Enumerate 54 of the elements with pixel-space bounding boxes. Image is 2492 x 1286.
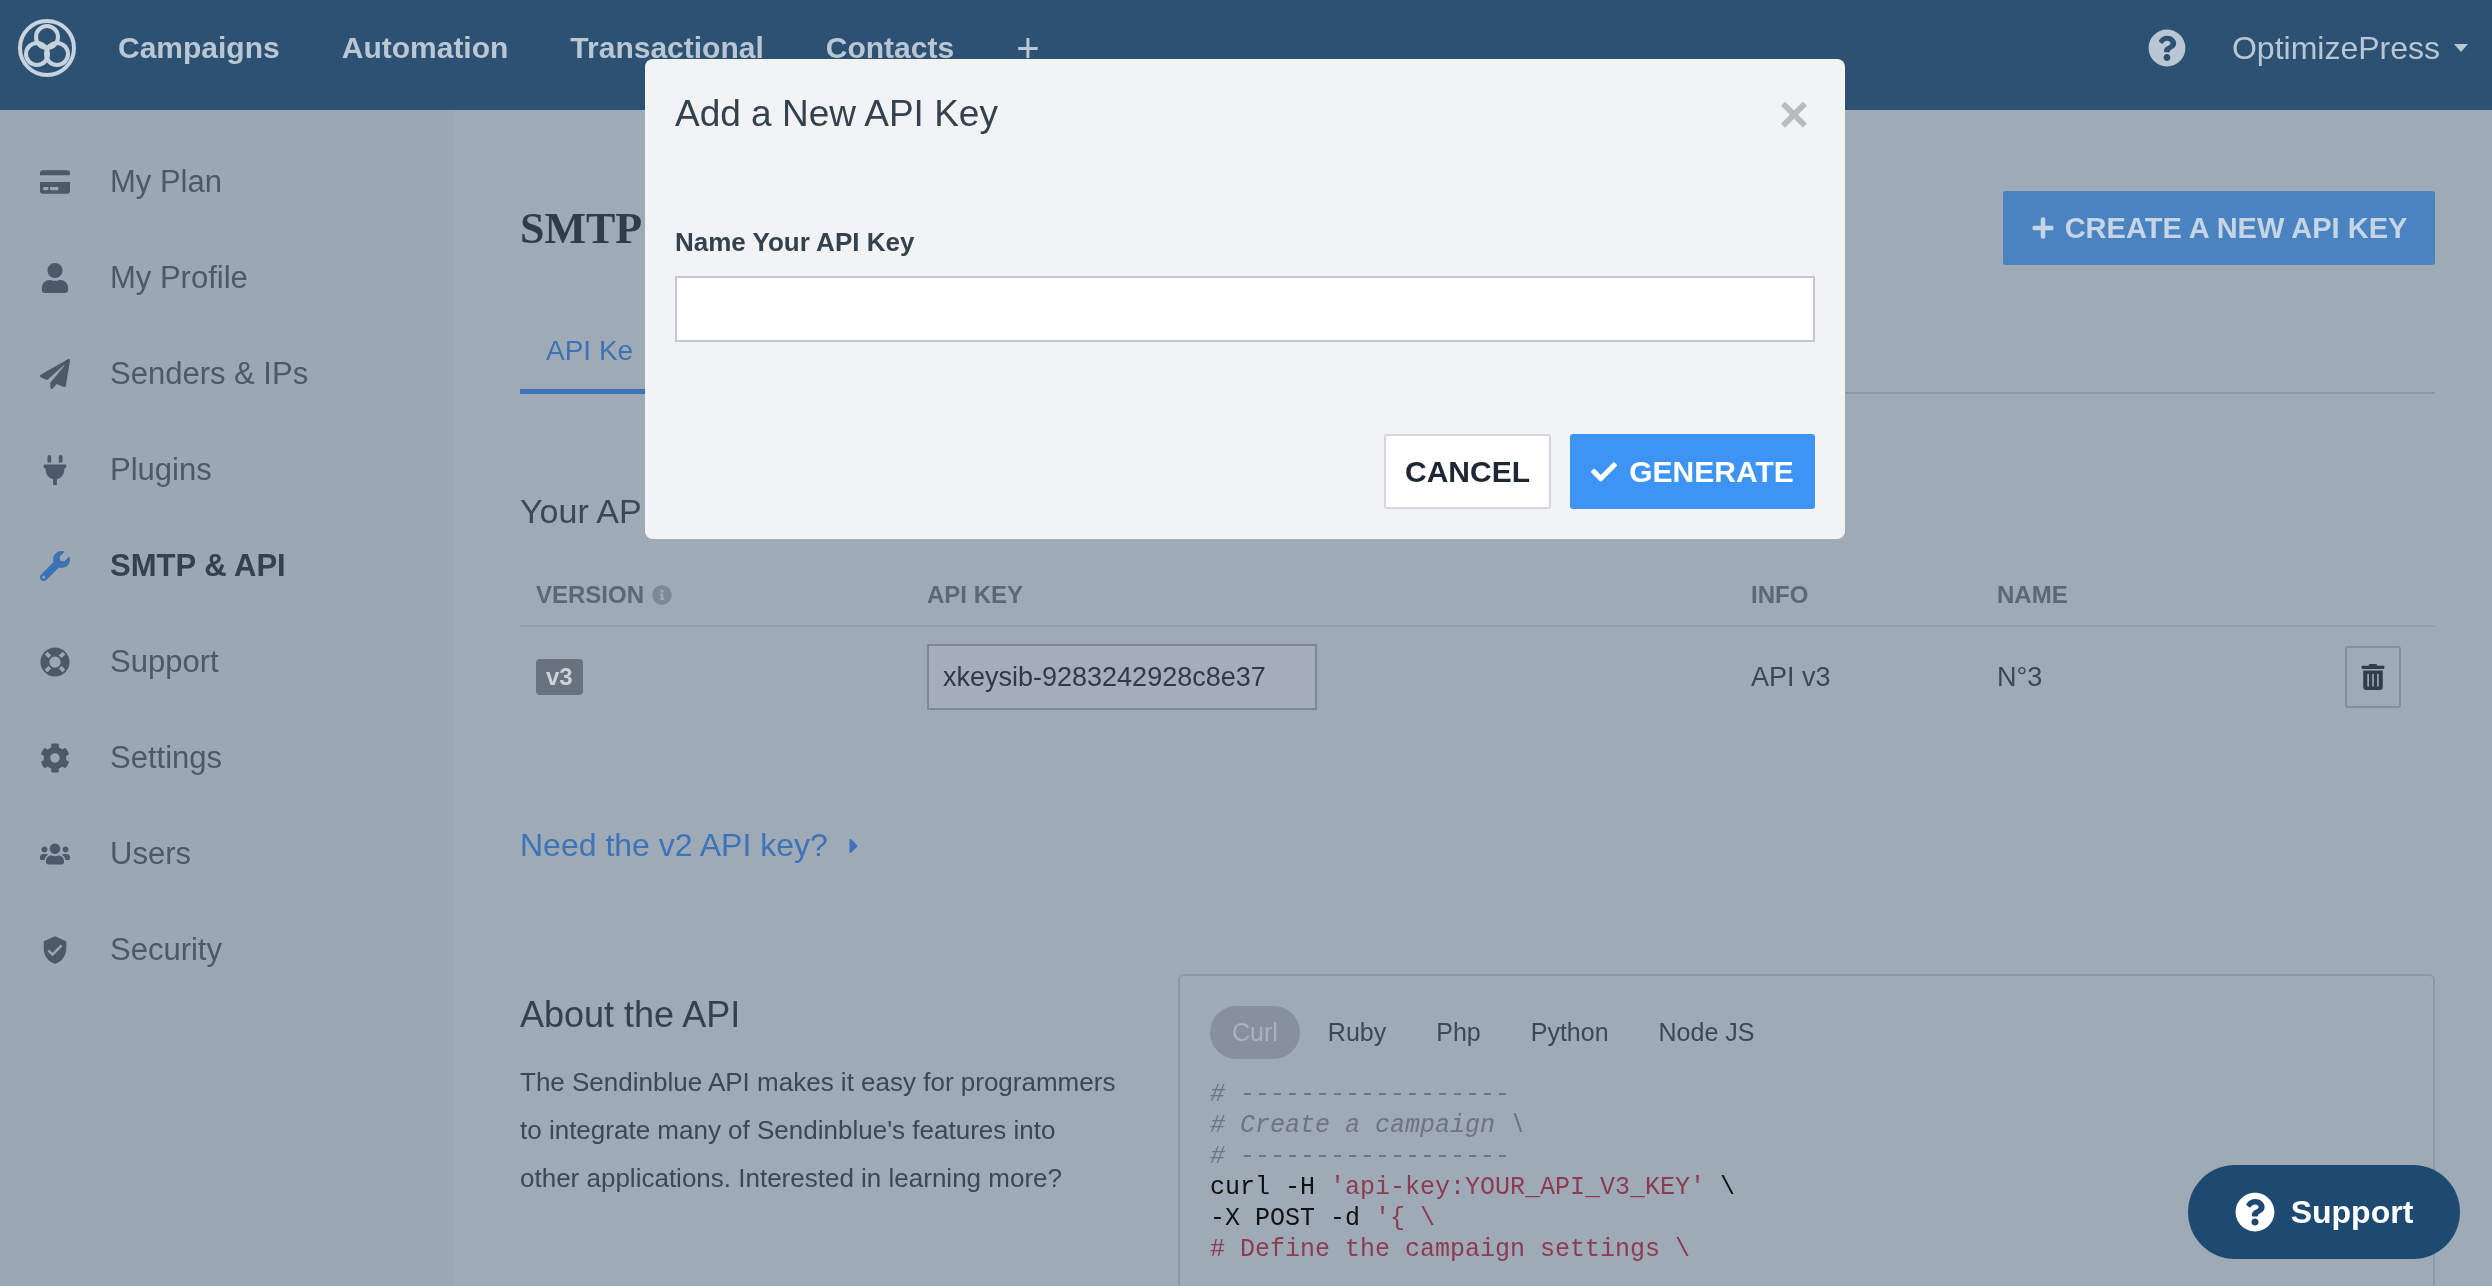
field-label: Name Your API Key <box>675 227 916 258</box>
code-line: # ------------------ <box>1210 1141 1511 1172</box>
modal-title: Add a New API Key <box>675 93 998 135</box>
table-cell-text: API v3 <box>1751 661 1832 693</box>
api-key-field[interactable]: xkeysib-9283242928c8e37 <box>927 644 1317 710</box>
life-ring-icon <box>38 647 72 677</box>
delete-button[interactable] <box>2345 646 2401 708</box>
sidebar-item[interactable]: Senders & IPs <box>0 326 453 422</box>
code-tab[interactable]: Python <box>1508 1006 1631 1059</box>
help-icon[interactable] <box>2147 29 2186 67</box>
v2-api-key-link[interactable]: Need the v2 API key? <box>520 827 866 864</box>
about-text: The Sendinblue API makes it easy for programmers to integrate many of Sendinblue's features into other applications. Interested in learning more? <box>520 1066 1117 1195</box>
help-icon <box>2234 1192 2275 1232</box>
name-input-field[interactable] <box>675 276 1815 342</box>
sidebar-item[interactable]: Settings <box>0 710 453 806</box>
caret-icon <box>2454 44 2468 52</box>
sidebar-item[interactable]: My Plan <box>0 134 453 230</box>
credit-card-icon <box>38 167 72 197</box>
plus-icon <box>2030 216 2055 240</box>
section-title: Your AP <box>520 492 643 531</box>
sidebar-item[interactable]: SMTP & API <box>0 518 453 614</box>
table-cell-text: N°3 <box>1997 661 2044 693</box>
wrench-icon <box>38 551 72 581</box>
column-header: NAME <box>1997 581 2069 609</box>
code-tab[interactable]: Node JS <box>1636 1006 1777 1059</box>
nav-link[interactable]: Automation <box>341 31 509 65</box>
create-api-key-button[interactable]: CREATE A NEW API KEY <box>2003 191 2435 265</box>
code-line: # ------------------ <box>1210 1079 1511 1110</box>
logo-icon <box>16 17 78 79</box>
code-line: curl -H 'api-key:YOUR_API_V3_KEY' \ <box>1210 1172 1736 1203</box>
nav-link[interactable]: Campaigns <box>118 31 280 65</box>
sidebar-item[interactable]: My Profile <box>0 230 453 326</box>
sidebar-item[interactable]: Users <box>0 806 453 902</box>
cancel-button[interactable]: CANCEL <box>1384 434 1551 509</box>
version-badge: v3 <box>536 659 583 695</box>
generate-button[interactable]: GENERATE <box>1570 434 1815 509</box>
code-tab[interactable]: Php <box>1414 1006 1503 1059</box>
column-header: VERSION <box>536 581 927 609</box>
column-header: INFO <box>1751 581 1810 609</box>
page-title: SMTP <box>520 202 643 254</box>
column-header: API KEY <box>927 581 1025 609</box>
code-line: # Define the campaign settings \ <box>1210 1234 1691 1265</box>
paper-plane-icon <box>38 359 72 389</box>
trash-icon <box>2360 664 2386 690</box>
sidebar-item[interactable]: Plugins <box>0 422 453 518</box>
code-line: -X POST -d '{ \ <box>1210 1203 1436 1234</box>
account-menu[interactable]: OptimizePress <box>2231 29 2468 67</box>
sidebar-item[interactable]: Support <box>0 614 453 710</box>
about-title: About the API <box>520 994 742 1036</box>
sidebar-item[interactable]: Security <box>0 902 453 998</box>
info-icon <box>652 585 673 605</box>
settings-icon <box>38 743 72 773</box>
support-button[interactable]: Support <box>2188 1165 2460 1259</box>
code-tab[interactable]: Ruby <box>1305 1006 1409 1059</box>
